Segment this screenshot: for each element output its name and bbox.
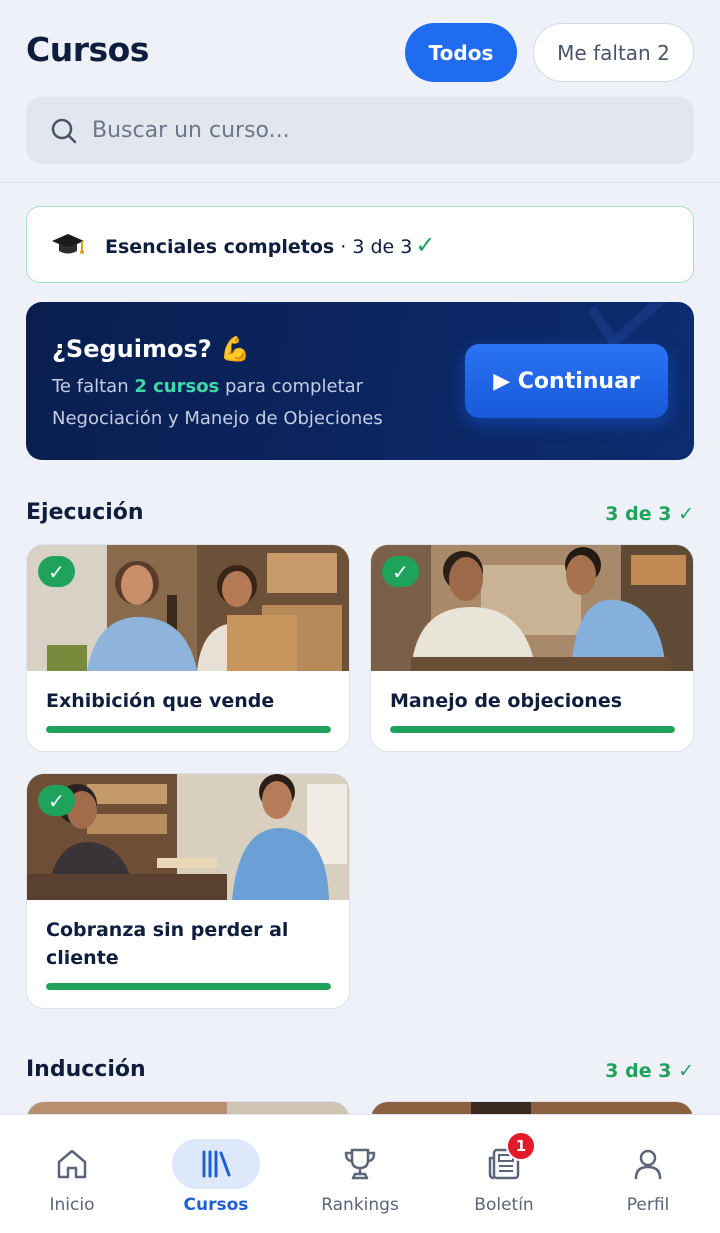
- filter-me-faltan-button[interactable]: Me faltan 2: [533, 23, 694, 82]
- nav-label: Perfil: [626, 1195, 670, 1215]
- course-progress-bar: [46, 983, 331, 990]
- bottom-navigation: Inicio Cursos Rankings 1 Boletín Perfil: [0, 1114, 720, 1233]
- section-title-induccion: Inducción: [26, 1057, 146, 1082]
- nav-label: Inicio: [49, 1195, 95, 1215]
- course-image: ✓: [27, 545, 349, 671]
- check-icon: ✓: [415, 230, 436, 259]
- remaining-courses-highlight: 2 cursos: [134, 376, 220, 397]
- section-count-ejecucion: 3 de 3 ✓: [605, 503, 694, 525]
- section-count-induccion: 3 de 3 ✓: [605, 1060, 694, 1082]
- course-card-cobranza[interactable]: ✓ Cobranza sin perder al cliente: [26, 773, 350, 1009]
- course-progress-bar: [46, 726, 331, 733]
- user-icon: [634, 1149, 662, 1180]
- course-card-exhibicion[interactable]: ✓ Exhibición que vende: [26, 544, 350, 752]
- course-card-objeciones[interactable]: ✓ Manejo de objeciones: [370, 544, 694, 752]
- nav-inicio[interactable]: Inicio: [0, 1115, 144, 1233]
- promo-description: Te faltan 2 cursos para completar: [52, 376, 364, 397]
- page-title: Cursos: [26, 30, 149, 69]
- nav-label: Boletín: [474, 1195, 534, 1215]
- completed-check-icon: ✓: [38, 785, 75, 816]
- section-title-ejecucion: Ejecución: [26, 500, 144, 525]
- home-icon: [57, 1149, 87, 1179]
- trophy-icon: [344, 1148, 376, 1180]
- filter-todos-button[interactable]: Todos: [405, 23, 517, 82]
- completed-check-icon: ✓: [38, 556, 75, 587]
- nav-cursos[interactable]: Cursos: [144, 1115, 288, 1233]
- continue-promo-card: ¿Seguimos? 💪 Te faltan 2 cursos para com…: [26, 302, 694, 460]
- course-progress-bar: [390, 726, 675, 733]
- nav-rankings[interactable]: Rankings: [288, 1115, 432, 1233]
- essentials-complete-banner[interactable]: Esenciales completos · 3 de 3 ✓: [26, 206, 694, 283]
- course-title: Exhibición que vende: [46, 690, 275, 712]
- course-image: ✓: [27, 774, 349, 900]
- nav-boletin[interactable]: 1 Boletín: [432, 1115, 576, 1233]
- course-progress-fill: [46, 726, 331, 733]
- completed-check-icon: ✓: [382, 556, 419, 587]
- nav-perfil[interactable]: Perfil: [576, 1115, 720, 1233]
- course-title: Manejo de objeciones: [390, 690, 623, 712]
- header: Cursos Todos Me faltan 2: [0, 0, 720, 183]
- nav-label: Rankings: [321, 1195, 399, 1215]
- search-bar[interactable]: [26, 97, 694, 164]
- course-progress-fill: [390, 726, 675, 733]
- graduation-cap-icon: [52, 233, 84, 254]
- nav-label: Cursos: [183, 1195, 249, 1215]
- library-icon: [202, 1150, 231, 1178]
- promo-course-name: Negociación y Manejo de Objeciones: [52, 408, 383, 429]
- continue-button[interactable]: ▶ Continuar: [465, 344, 668, 418]
- course-title: Cobranza sin perder al cliente: [46, 919, 289, 969]
- course-progress-fill: [46, 983, 331, 990]
- search-input[interactable]: [92, 118, 652, 143]
- notification-badge: 1: [506, 1131, 536, 1161]
- promo-title: ¿Seguimos? 💪: [52, 335, 250, 363]
- banner-title: Esenciales completos: [105, 235, 335, 258]
- search-icon: [51, 118, 77, 143]
- banner-count: · 3 de 3: [340, 235, 413, 258]
- course-image: ✓: [371, 545, 693, 671]
